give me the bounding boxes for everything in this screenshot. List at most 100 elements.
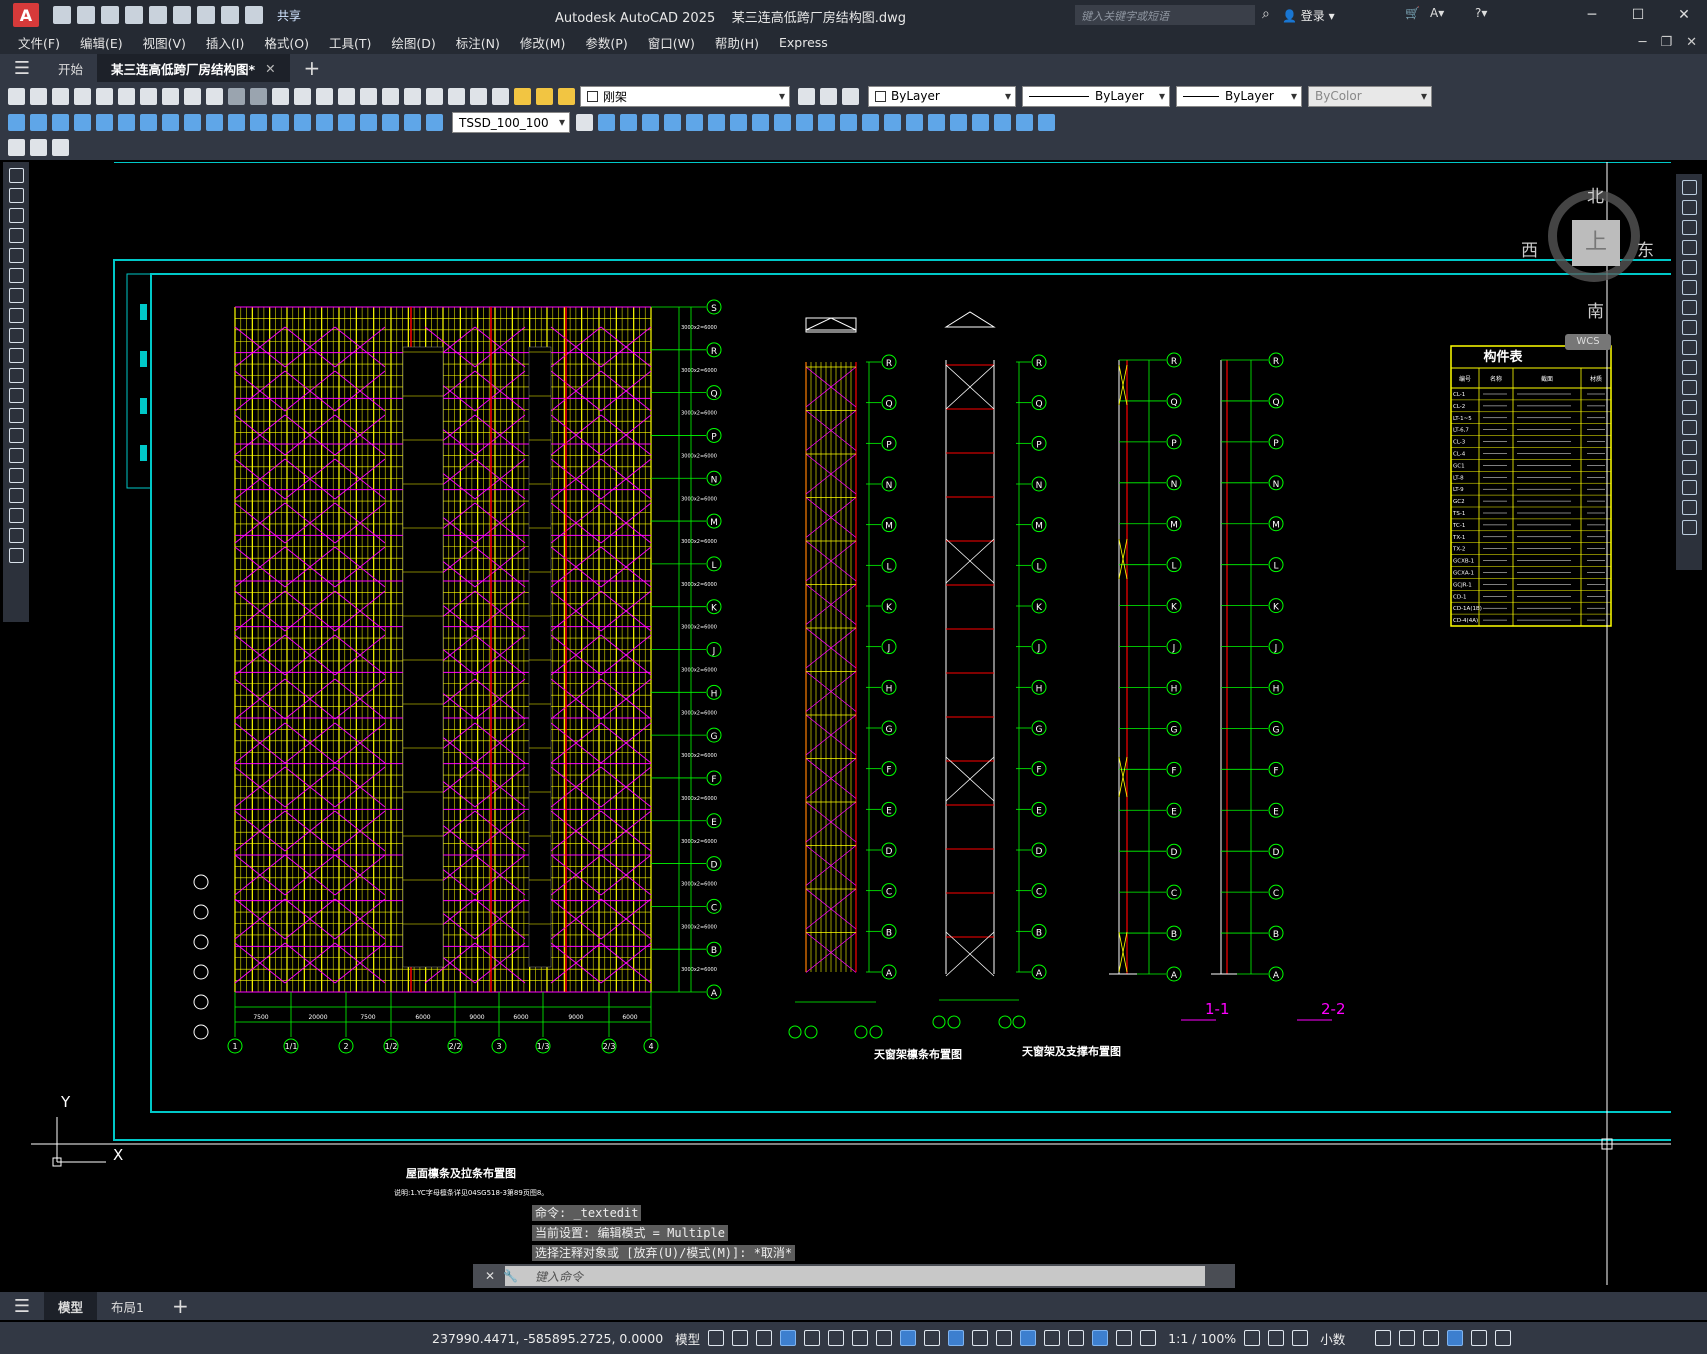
modify-trim-icon[interactable]: [796, 114, 813, 131]
draw-order-icon[interactable]: [950, 114, 967, 131]
print-icon[interactable]: [197, 6, 215, 24]
snap-icon[interactable]: [732, 1330, 749, 1346]
tool-palettes-icon[interactable]: [404, 87, 421, 105]
wcs-menu[interactable]: WCS: [1565, 334, 1611, 350]
zoom-window-icon[interactable]: [316, 87, 333, 105]
publish-icon[interactable]: [118, 87, 135, 105]
grid-icon[interactable]: [708, 1330, 725, 1346]
modify-array-icon[interactable]: [686, 114, 703, 131]
modify-chamfer-icon[interactable]: [884, 114, 901, 131]
tab-start[interactable]: 开始: [44, 54, 97, 82]
modify-copy-icon[interactable]: [620, 114, 637, 131]
autocad-logo[interactable]: A: [13, 3, 39, 27]
search-icon[interactable]: ⌕: [1262, 6, 1270, 22]
lineweight-icon[interactable]: [924, 1330, 941, 1346]
rotate-icon[interactable]: [1681, 300, 1697, 315]
make-block-icon[interactable]: [8, 408, 24, 423]
arc-length-icon[interactable]: [52, 114, 69, 131]
lineweight-dropdown[interactable]: ByLayer: [1176, 85, 1302, 107]
text-front-icon[interactable]: [1016, 114, 1033, 131]
maximize-button[interactable]: ☐: [1615, 0, 1661, 30]
bring-front-icon[interactable]: [972, 114, 989, 131]
break-icon[interactable]: [1681, 420, 1697, 435]
qnew-icon[interactable]: [8, 87, 25, 105]
minimize-button[interactable]: ─: [1569, 0, 1615, 30]
modify-rotate-icon[interactable]: [730, 114, 747, 131]
dim-break-icon[interactable]: [272, 114, 289, 131]
modify-explode-icon[interactable]: [928, 114, 945, 131]
ordinate-dim-icon[interactable]: [74, 114, 91, 131]
preview-icon[interactable]: [96, 87, 113, 105]
menu-file[interactable]: 文件(F): [18, 33, 60, 52]
modify-mirror-icon[interactable]: [642, 114, 659, 131]
menu-tools[interactable]: 工具(T): [329, 33, 371, 52]
doc-restore-button[interactable]: ❐: [1660, 35, 1672, 50]
fillet-icon[interactable]: [1681, 480, 1697, 495]
command-input[interactable]: 键入命令: [505, 1266, 1205, 1286]
ellipse-arc-icon[interactable]: [8, 368, 24, 383]
undo-icon[interactable]: [221, 6, 239, 24]
ellipse-icon[interactable]: [8, 348, 24, 363]
erase-icon[interactable]: [1681, 180, 1697, 195]
sheet-set-icon[interactable]: [426, 87, 443, 105]
menu-express[interactable]: Express: [779, 35, 828, 50]
layer-freeze-icon[interactable]: [536, 87, 553, 105]
jogged-dim-icon[interactable]: [118, 114, 135, 131]
modify-scale-icon[interactable]: [752, 114, 769, 131]
help-icon[interactable]: [470, 87, 487, 105]
menu-dimension[interactable]: 标注(N): [456, 33, 500, 52]
modify-join-icon[interactable]: [862, 114, 879, 131]
drawing-canvas[interactable]: S 3000x2=6000 R 3000x2=6000 Q 3000x2=6000 P 300…: [31, 162, 1671, 1285]
hatch-icon[interactable]: [8, 448, 24, 463]
autodesk-account-icon[interactable]: A▾: [1430, 6, 1444, 20]
layer-properties-icon[interactable]: [492, 87, 509, 105]
ref-close-icon[interactable]: [52, 139, 69, 156]
menu-parameters[interactable]: 参数(P): [585, 33, 627, 52]
layer-lock-icon[interactable]: [558, 87, 575, 105]
compass-west[interactable]: 西: [1521, 236, 1538, 261]
cart-icon[interactable]: 🛒: [1405, 6, 1420, 20]
dim-style-dropdown[interactable]: TSSD_100_100: [452, 112, 570, 133]
jogged-linear-icon[interactable]: [360, 114, 377, 131]
redo-icon[interactable]: [245, 6, 263, 24]
login-button[interactable]: 👤 登录 ▾: [1282, 7, 1335, 24]
cut-icon[interactable]: [140, 87, 157, 105]
linear-dim-icon[interactable]: [8, 114, 25, 131]
dynamic-input-icon[interactable]: [780, 1330, 797, 1346]
annotation-visibility-icon[interactable]: [1092, 1330, 1109, 1346]
save-as-icon[interactable]: [125, 6, 143, 24]
modify-extend-icon[interactable]: [818, 114, 835, 131]
close-tab-icon[interactable]: ✕: [265, 61, 275, 76]
menu-format[interactable]: 格式(O): [264, 33, 309, 52]
tab-layout1[interactable]: 布局1: [97, 1292, 158, 1320]
selection-filter-icon[interactable]: [1044, 1330, 1061, 1346]
doc-minimize-button[interactable]: ─: [1639, 35, 1647, 50]
construction-line-icon[interactable]: [8, 188, 24, 203]
arc-icon[interactable]: [8, 268, 24, 283]
auto-scale-icon[interactable]: [1116, 1330, 1133, 1346]
continue-dim-icon[interactable]: [228, 114, 245, 131]
polyline-icon[interactable]: [8, 208, 24, 223]
point-icon[interactable]: [8, 428, 24, 443]
viewcube-top-face[interactable]: 上: [1572, 220, 1620, 266]
edit-block-icon[interactable]: [8, 139, 25, 156]
hatch-back-icon[interactable]: [1038, 114, 1055, 131]
mirror-icon[interactable]: [1681, 220, 1697, 235]
circle-icon[interactable]: [8, 288, 24, 303]
transparency-icon[interactable]: [948, 1330, 965, 1346]
diameter-dim-icon[interactable]: [140, 114, 157, 131]
new-layout-button[interactable]: +: [172, 1294, 189, 1318]
center-mark-icon[interactable]: [316, 114, 333, 131]
array-icon[interactable]: [1681, 260, 1697, 275]
menu-window[interactable]: 窗口(W): [648, 33, 695, 52]
customize-command-icon[interactable]: 🔧: [503, 1269, 518, 1283]
plot-preview-icon[interactable]: [173, 6, 191, 24]
send-back-icon[interactable]: [994, 114, 1011, 131]
compass-south[interactable]: 南: [1587, 297, 1604, 322]
graphics-performance-icon[interactable]: [1447, 1330, 1464, 1346]
save-icon[interactable]: [101, 6, 119, 24]
modify-stretch-icon[interactable]: [774, 114, 791, 131]
menu-modify[interactable]: 修改(M): [520, 33, 566, 52]
share-button[interactable]: 共享: [277, 7, 301, 24]
break-point-icon[interactable]: [1681, 400, 1697, 415]
